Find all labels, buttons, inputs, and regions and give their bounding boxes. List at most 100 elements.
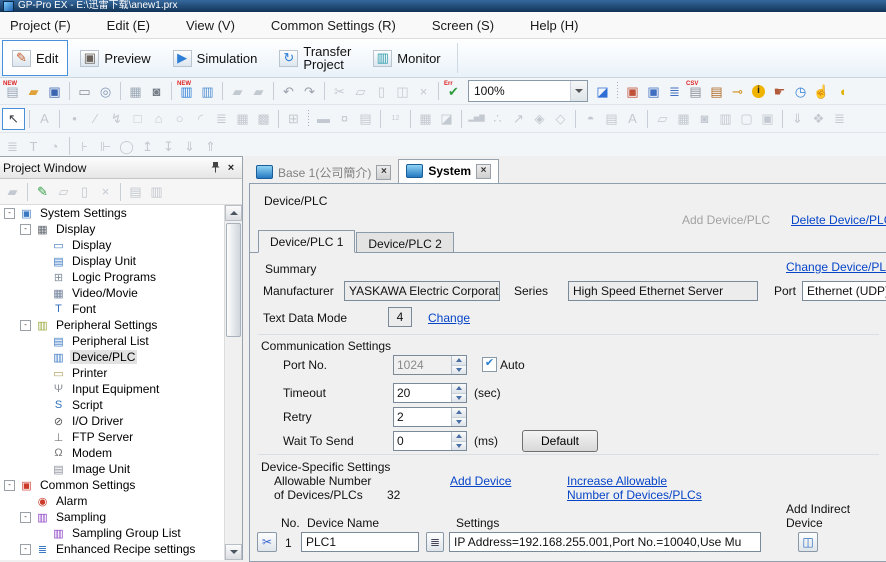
information-icon[interactable]: i (748, 81, 769, 101)
tree-item-script[interactable]: SScript (0, 397, 225, 413)
transfer-project-button[interactable]: ↻Transfer Project (269, 40, 361, 76)
block-down-icon[interactable]: ⇓ (179, 136, 200, 156)
device-settings-field[interactable]: IP Address=192.168.255.001,Port No.=1004… (449, 532, 761, 552)
image-placement-icon[interactable]: ▦ (232, 109, 253, 129)
increase-allowable-link-2[interactable]: Number of Devices/PLCs (567, 488, 702, 502)
auto-checkbox[interactable]: ✔ (482, 357, 497, 372)
spin-up-icon[interactable] (452, 432, 466, 442)
security-key-icon[interactable]: ⊸ (727, 81, 748, 101)
tab-device-plc-2[interactable]: Device/PLC 2 (356, 232, 453, 253)
tree-scrollbar[interactable] (224, 205, 242, 560)
transfer-save-icon[interactable]: ▣ (643, 81, 664, 101)
menu-item-edit[interactable]: Edit (E) (89, 12, 168, 38)
delete-device-plc-link[interactable]: Delete Device/PLC (791, 213, 886, 227)
text-table-icon[interactable]: A (622, 109, 643, 129)
save-project-icon[interactable]: ▣ (44, 81, 65, 101)
camera-icon[interactable]: ◙ (146, 81, 167, 101)
wait-to-send-stepper[interactable]: 0 (393, 431, 467, 451)
menu-item-view[interactable]: View (V) (168, 12, 253, 38)
error-check-icon[interactable]: ✔Err (443, 81, 464, 101)
retry-stepper[interactable]: 2 (393, 407, 467, 427)
tree-expander[interactable]: - (20, 320, 31, 331)
change-device-plc-link[interactable]: Change Device/PLC (786, 260, 886, 274)
screen-capture-icon[interactable]: ▦ (125, 81, 146, 101)
list-display-icon[interactable]: ≣ (829, 109, 850, 129)
hat-part-icon[interactable]: ◓ (580, 109, 601, 129)
special-data-icon[interactable]: ❖ (808, 109, 829, 129)
spin-up-icon[interactable] (452, 384, 466, 394)
time-monitor-icon[interactable]: ◷ (790, 81, 811, 101)
edit-button[interactable]: ✎Edit (2, 40, 68, 76)
film-strip-icon[interactable]: ▦ (673, 109, 694, 129)
tree-expander[interactable]: - (4, 208, 15, 219)
menu-item-common-settings[interactable]: Common Settings (R) (253, 12, 414, 38)
zoom-select[interactable]: 100% (468, 80, 588, 102)
tree-item-printer[interactable]: ▭Printer (0, 365, 225, 381)
duplicate-icon[interactable]: ◫ (392, 81, 413, 101)
copy-icon[interactable]: ▱ (350, 81, 371, 101)
tree-expander[interactable]: - (20, 512, 31, 523)
dot-icon[interactable]: • (64, 109, 85, 129)
open-project-icon[interactable]: ▰ (23, 81, 44, 101)
new-screen-icon[interactable]: ▥NEW (176, 81, 197, 101)
series-field[interactable]: High Speed Ethernet Server (568, 281, 758, 301)
tree-item-peripheral-settings[interactable]: -▥Peripheral Settings (0, 317, 225, 333)
tree-item-image-unit[interactable]: ▤Image Unit (0, 461, 225, 477)
contact-a-icon[interactable]: ⊦ (74, 136, 95, 156)
spinner-buttons[interactable] (451, 384, 466, 402)
date-display-icon[interactable]: 12 (385, 109, 406, 129)
tree-item-input-equipment[interactable]: ΨInput Equipment (0, 381, 225, 397)
arc-icon[interactable]: ◜ (190, 109, 211, 129)
increase-allowable-link-1[interactable]: Increase Allowable (567, 474, 667, 488)
tree-item-sampling[interactable]: -▥Sampling (0, 509, 225, 525)
data-backup-icon[interactable]: ☛ (769, 81, 790, 101)
tree-expander[interactable]: - (20, 224, 31, 235)
close-icon[interactable]: × (223, 160, 239, 175)
compass-graph-icon[interactable]: ◇ (550, 109, 571, 129)
sound-icon[interactable]: ◖ (832, 81, 853, 101)
page-properties-icon[interactable]: ▥ (146, 182, 167, 202)
spinner-buttons[interactable] (451, 356, 466, 374)
window-part-icon[interactable]: ⇓ (787, 109, 808, 129)
select-cursor-icon[interactable]: ↖ (2, 108, 25, 130)
pin-icon[interactable] (207, 160, 223, 175)
next-screen-icon[interactable]: ▰ (248, 81, 269, 101)
open-screen-icon[interactable]: ▥ (197, 81, 218, 101)
chevron-down-icon[interactable] (570, 81, 587, 101)
tree-item-sampling-group-list[interactable]: ▥Sampling Group List (0, 525, 225, 541)
preview-button[interactable]: ▣Preview (70, 40, 160, 76)
spin-down-icon[interactable] (452, 394, 466, 403)
table-icon[interactable]: ⊞ (283, 109, 304, 129)
transfer-send-icon[interactable]: ▣ (622, 81, 643, 101)
previous-screen-icon[interactable]: ▰ (227, 81, 248, 101)
tree-item-io-driver[interactable]: ⊘I/O Driver (0, 413, 225, 429)
tree-expander[interactable]: - (20, 544, 31, 555)
switch-part-icon[interactable]: ▬ (313, 109, 334, 129)
change-text-mode-link[interactable]: Change (428, 311, 470, 325)
tab-base-1[interactable]: Base 1(公司簡介)× (249, 162, 398, 183)
tree-item-display[interactable]: ▭Display (0, 237, 225, 253)
tree-item-enhanced-recipe[interactable]: -≣Enhanced Recipe settings (0, 541, 225, 557)
tree-item-device-plc[interactable]: ▥Device/PLC (0, 349, 225, 365)
tab-system[interactable]: System× (398, 159, 499, 183)
close-icon[interactable]: × (476, 164, 491, 179)
paste-icon[interactable]: ▯ (371, 81, 392, 101)
tree-item-system-settings[interactable]: -▣System Settings (0, 205, 225, 221)
tree-item-common-settings[interactable]: -▣Common Settings (0, 477, 225, 493)
port-field[interactable]: Ethernet (UDP) (802, 281, 886, 301)
fit-screen-icon[interactable]: ◪ (592, 81, 613, 101)
menu-item-screen[interactable]: Screen (S) (414, 12, 512, 38)
ellipse-icon[interactable]: ○ (169, 109, 190, 129)
tab-device-plc-1[interactable]: Device/PLC 1 (258, 230, 355, 253)
monitor-button[interactable]: ▥Monitor (363, 40, 450, 76)
scrollbar-thumb[interactable] (226, 223, 241, 337)
cut-icon[interactable]: ✂ (329, 81, 350, 101)
close-icon[interactable]: × (376, 165, 391, 180)
line-graph-icon[interactable]: ↗ (508, 109, 529, 129)
spin-up-icon[interactable] (452, 356, 466, 366)
spin-up-icon[interactable] (452, 408, 466, 418)
tree-item-alarm[interactable]: ◉Alarm (0, 493, 225, 509)
text-data-mode-value[interactable]: 4 (388, 307, 412, 327)
tree-item-peripheral-list[interactable]: ▤Peripheral List (0, 333, 225, 349)
rectangle-icon[interactable]: □ (127, 109, 148, 129)
